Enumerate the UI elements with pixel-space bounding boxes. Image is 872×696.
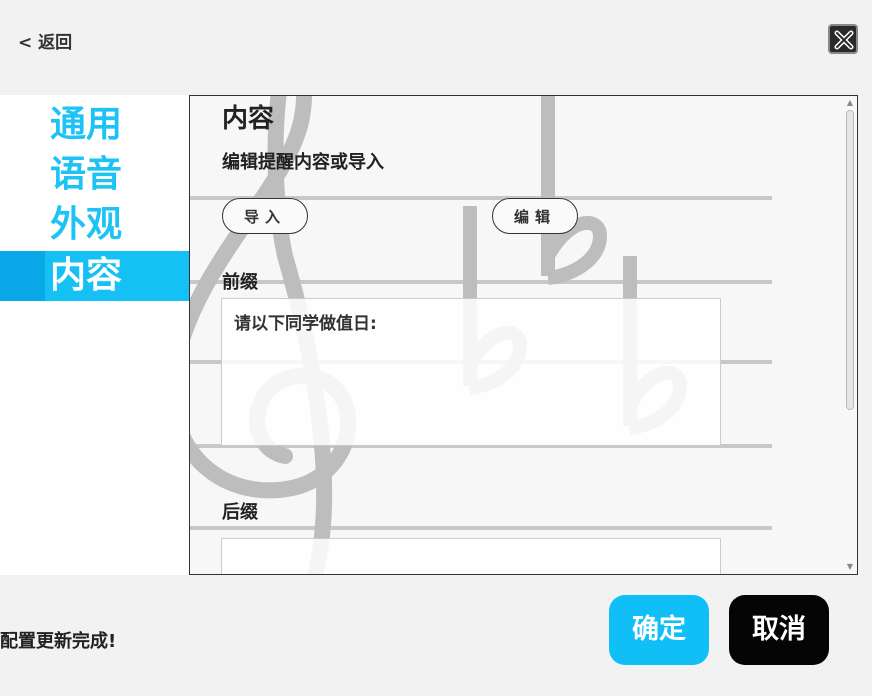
sidebar-item-content-label: 内容 — [50, 255, 123, 296]
sidebar-item-content[interactable]: 内容 — [0, 251, 189, 301]
sidebar-item-appearance[interactable]: 外观 — [0, 200, 189, 250]
content-panel: 内容 编辑提醒内容或导入 导入 编辑 前缀 请以下同学做值日: 后缀 ▲ ▼ — [189, 95, 858, 575]
page-title: 内容 — [222, 104, 275, 134]
close-icon — [834, 30, 854, 50]
status-message: 配置更新完成! — [0, 631, 117, 652]
scroll-down-icon[interactable]: ▼ — [845, 562, 855, 572]
scroll-up-icon[interactable]: ▲ — [845, 98, 855, 108]
import-button[interactable]: 导入 — [222, 198, 308, 234]
back-link[interactable]: < 返回 — [18, 28, 72, 53]
vertical-scrollbar[interactable]: ▲ ▼ — [845, 98, 855, 572]
close-button[interactable] — [828, 24, 858, 54]
cancel-button[interactable]: 取消 — [729, 595, 829, 665]
prefix-textarea[interactable]: 请以下同学做值日: — [221, 298, 721, 446]
confirm-button[interactable]: 确定 — [609, 595, 709, 665]
sidebar-item-general[interactable]: 通用 — [0, 100, 189, 150]
sidebar-nav: 通用 语音 外观 内容 — [0, 100, 189, 301]
suffix-textarea[interactable] — [221, 538, 721, 574]
scroll-thumb[interactable] — [846, 110, 854, 410]
sidebar-item-voice[interactable]: 语音 — [0, 150, 189, 200]
edit-button[interactable]: 编辑 — [492, 198, 578, 234]
suffix-label: 后缀 — [222, 502, 258, 523]
prefix-label: 前缀 — [222, 272, 258, 293]
page-subtitle: 编辑提醒内容或导入 — [222, 152, 384, 173]
